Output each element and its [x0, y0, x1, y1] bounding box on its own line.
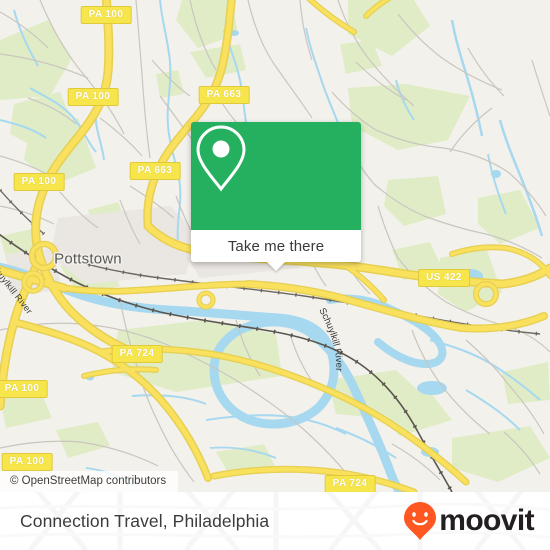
page-title: Connection Travel, Philadelphia — [20, 510, 270, 531]
map-attribution[interactable]: © OpenStreetMap contributors — [0, 471, 179, 492]
road-shield: PA 663 — [198, 86, 250, 104]
location-info-card[interactable]: Take me there — [191, 122, 361, 271]
road-shield: PA 100 — [13, 173, 65, 191]
road-shield: US 422 — [418, 269, 470, 287]
road-shield: PA 724 — [111, 345, 163, 363]
card-pointer-tail — [267, 262, 285, 271]
map-canvas[interactable]: Schuylkill River PA 100 PA 663 PA 100 PA… — [0, 0, 550, 492]
place-label-pottstown: Pottstown — [54, 250, 122, 268]
moovit-pin-smile-icon — [404, 502, 437, 540]
map-screenshot-root: Schuylkill River PA 100 PA 663 PA 100 PA… — [0, 0, 550, 550]
footer-bar: Connection Travel, Philadelphia moovit — [0, 492, 550, 550]
road-shield: PA 100 — [67, 88, 119, 106]
moovit-logo[interactable]: moovit — [403, 501, 535, 541]
road-shield: PA 100 — [0, 380, 48, 398]
road-shield: PA 100 — [80, 6, 132, 24]
card-image-area — [191, 122, 361, 230]
map-pin-icon — [196, 125, 246, 192]
road-shield: PA 724 — [324, 475, 376, 492]
moovit-wordmark: moovit — [439, 504, 534, 537]
take-me-there-label: Take me there — [227, 237, 325, 255]
road-shield: PA 663 — [129, 162, 181, 180]
card-action-area[interactable]: Take me there — [191, 230, 361, 271]
road-shield: PA 100 — [1, 453, 53, 471]
